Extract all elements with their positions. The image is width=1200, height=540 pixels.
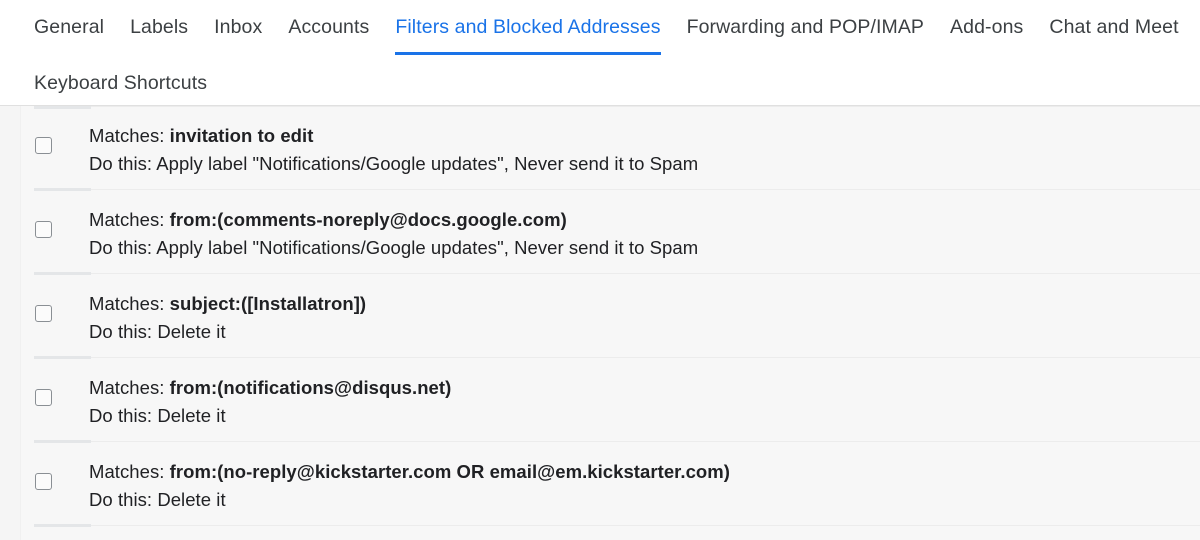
filter-criteria: invitation to edit	[169, 125, 314, 146]
filter-action-line: Do this: Apply label "Notifications/Goog…	[89, 234, 1200, 262]
filter-checkbox[interactable]	[35, 137, 52, 154]
filter-checkbox[interactable]	[35, 473, 52, 490]
filter-checkbox[interactable]	[35, 305, 52, 322]
tab-add-ons[interactable]: Add-ons	[950, 0, 1023, 56]
tab-chat-and-meet-label: Chat and Meet	[1049, 16, 1179, 38]
action-label: Do this:	[89, 153, 157, 174]
filter-criteria: from:(comments-noreply@docs.google.com)	[169, 209, 567, 230]
tab-accounts[interactable]: Accounts	[288, 0, 369, 56]
filter-select-cell	[21, 374, 66, 406]
table-row: Matches: from:(comments-noreply@docs.goo…	[21, 190, 1200, 275]
filter-action: Apply label "Notifications/Google update…	[156, 237, 699, 258]
filter-action-line: Do this: Delete it	[89, 318, 1200, 346]
table-row: Matches: from:(no-reply@kickstarter.com …	[21, 442, 1200, 527]
tab-forwarding-and-pop-imap-label: Forwarding and POP/IMAP	[686, 16, 925, 38]
tab-general-label: General	[34, 16, 105, 38]
filter-matches-line: Matches: from:(notifications@disqus.net)	[89, 374, 1200, 402]
tab-labels-label: Labels	[130, 16, 189, 38]
row-separator	[34, 524, 1200, 527]
filter-select-cell	[21, 122, 66, 154]
filter-detail: Matches: from:(notifications@disqus.net)…	[66, 374, 1200, 430]
filter-select-cell	[21, 206, 66, 238]
tab-labels[interactable]: Labels	[130, 0, 188, 56]
action-label: Do this:	[89, 321, 158, 342]
tab-inbox[interactable]: Inbox	[214, 0, 262, 56]
filter-action-line: Do this: Delete it	[89, 402, 1200, 430]
action-label: Do this:	[89, 489, 158, 510]
filter-matches-line: Matches: from:(no-reply@kickstarter.com …	[89, 458, 1200, 486]
filter-detail: Matches: from:(comments-noreply@docs.goo…	[66, 206, 1200, 262]
settings-tab-bar: General Labels Inbox Accounts Filters an…	[0, 0, 1200, 106]
tab-filters-and-blocked-addresses[interactable]: Filters and Blocked Addresses	[395, 0, 661, 56]
filter-detail: Matches: subject:([Installatron]) Do thi…	[66, 290, 1200, 346]
matches-label: Matches:	[89, 377, 170, 398]
tab-filters-and-blocked-addresses-label: Filters and Blocked Addresses	[395, 17, 661, 55]
filter-action: Apply label "Notifications/Google update…	[156, 153, 699, 174]
filter-criteria: from:(no-reply@kickstarter.com OR email@…	[169, 461, 730, 482]
tab-add-ons-label: Add-ons	[950, 16, 1024, 38]
filter-criteria: from:(notifications@disqus.net)	[169, 377, 452, 398]
filter-matches-line: Matches: subject:([Installatron])	[89, 290, 1200, 318]
filter-criteria: subject:([Installatron])	[169, 293, 367, 314]
matches-label: Matches:	[89, 125, 170, 146]
table-row: Matches: invitation to edit Do this: App…	[21, 106, 1200, 191]
filters-panel: Matches: invitation to edit Do this: App…	[20, 106, 1200, 540]
filter-action-line: Do this: Apply label "Notifications/Goog…	[89, 150, 1200, 178]
filter-checkbox[interactable]	[35, 389, 52, 406]
tab-forwarding-and-pop-imap[interactable]: Forwarding and POP/IMAP	[687, 0, 924, 56]
matches-label: Matches:	[89, 461, 170, 482]
filter-action: Delete it	[157, 489, 226, 510]
action-label: Do this:	[89, 405, 158, 426]
tab-general[interactable]: General	[34, 0, 104, 56]
filter-checkbox[interactable]	[35, 221, 52, 238]
filter-action: Delete it	[157, 321, 226, 342]
settings-tab-row-secondary: Keyboard Shortcuts	[0, 56, 1200, 105]
tab-inbox-label: Inbox	[214, 16, 263, 38]
tab-keyboard-shortcuts-label: Keyboard Shortcuts	[34, 72, 208, 94]
filter-action: Delete it	[157, 405, 226, 426]
matches-label: Matches:	[89, 293, 170, 314]
tab-chat-and-meet[interactable]: Chat and Meet	[1049, 0, 1178, 56]
tab-keyboard-shortcuts[interactable]: Keyboard Shortcuts	[34, 56, 207, 105]
matches-label: Matches:	[89, 209, 170, 230]
filters-list-body: Matches: invitation to edit Do this: App…	[0, 106, 1200, 540]
filter-detail: Matches: from:(no-reply@kickstarter.com …	[66, 458, 1200, 514]
settings-tab-row-primary: General Labels Inbox Accounts Filters an…	[0, 0, 1200, 56]
filter-matches-line: Matches: from:(comments-noreply@docs.goo…	[89, 206, 1200, 234]
filter-matches-line: Matches: invitation to edit	[89, 122, 1200, 150]
filter-select-cell	[21, 290, 66, 322]
action-label: Do this:	[89, 237, 157, 258]
table-row: Matches: from:(notifications@disqus.net)…	[21, 358, 1200, 443]
filter-select-cell	[21, 458, 66, 490]
filter-detail: Matches: invitation to edit Do this: App…	[66, 122, 1200, 178]
tab-accounts-label: Accounts	[288, 16, 370, 38]
filter-action-line: Do this: Delete it	[89, 486, 1200, 514]
table-row: Matches: subject:([Installatron]) Do thi…	[21, 274, 1200, 359]
